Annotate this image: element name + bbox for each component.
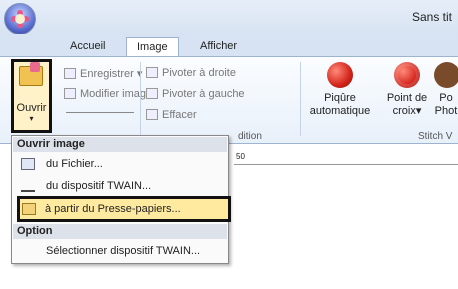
chevron-down-icon: ▾ — [29, 114, 34, 123]
cross-stitch-apple-icon — [394, 62, 420, 88]
pivoter-gauche-button[interactable]: Pivoter à gauche — [146, 88, 245, 100]
ribbon-tabs: Accueil Image Afficher — [0, 34, 458, 56]
menu-item-du-fichier[interactable]: du Fichier... — [13, 154, 227, 174]
piqure-automatique-button[interactable]: Piqûre automatique — [304, 62, 376, 118]
enregistrer-label: Enregistrer ▾ — [80, 68, 143, 80]
menu-header-option: Option — [13, 224, 227, 239]
menu-item-label: du dispositif TWAIN... — [46, 180, 152, 192]
menu-header-ouvrir-image: Ouvrir image — [13, 137, 227, 152]
croix-label: croix — [392, 105, 416, 117]
enregistrer-button[interactable]: Enregistrer ▾ — [64, 67, 142, 80]
piqure-label: Piqûre — [324, 92, 356, 104]
ruler: 50 — [234, 151, 458, 165]
ouvrir-label: Ouvrir — [16, 102, 47, 114]
chevron-down-icon: ▾ — [415, 105, 422, 117]
menu-item-label: à partir du Presse-papiers... — [45, 203, 181, 215]
save-icon — [64, 68, 76, 79]
menu-item-presse-papiers[interactable]: à partir du Presse-papiers... — [17, 196, 231, 222]
point-de-croix-button[interactable]: Point de croix▾ — [382, 62, 432, 118]
ouvrir-dropdown-menu: Ouvrir image du Fichier... du dispositif… — [11, 135, 231, 264]
title-bar: Sans tit — [0, 0, 458, 35]
trash-icon — [146, 109, 158, 120]
phot-label: Phot — [434, 105, 458, 117]
edit-image-icon — [64, 88, 76, 99]
effacer-button[interactable]: Effacer — [146, 109, 197, 121]
tab-accueil[interactable]: Accueil — [60, 37, 115, 56]
rotate-left-icon — [146, 88, 158, 99]
rotate-right-icon — [146, 67, 158, 78]
pivoter-droite-button[interactable]: Pivoter à droite — [146, 67, 236, 79]
modifier-label: Modifier image — [80, 88, 153, 100]
zoom-slider[interactable] — [66, 112, 134, 113]
apple-stitch-icon — [327, 62, 353, 88]
folder-icon — [21, 158, 35, 170]
pivoter-droite-label: Pivoter à droite — [162, 67, 236, 79]
automatique-label: automatique — [309, 105, 371, 117]
tab-afficher[interactable]: Afficher — [190, 37, 247, 56]
menu-item-selectionner-twain[interactable]: Sélectionner dispositif TWAIN... — [13, 241, 227, 261]
tab-image[interactable]: Image — [126, 37, 179, 56]
pivoter-gauche-label: Pivoter à gauche — [162, 88, 245, 100]
menu-item-label: du Fichier... — [46, 158, 103, 170]
menu-item-twain[interactable]: du dispositif TWAIN... — [13, 176, 227, 196]
photo-stitch-icon — [434, 62, 458, 88]
scanner-icon — [21, 180, 35, 192]
group-separator — [140, 62, 141, 136]
ouvrir-button[interactable]: Ouvrir ▾ — [11, 59, 52, 133]
open-image-icon — [19, 62, 43, 86]
clipboard-icon — [22, 203, 36, 215]
effacer-label: Effacer — [162, 109, 197, 121]
po-label: Po — [439, 92, 453, 104]
ruler-mark-50: 50 — [236, 152, 245, 161]
group-label-edition: dition — [238, 131, 262, 142]
photo-stitch-button[interactable]: Po Phot — [434, 62, 458, 118]
group-label-stitch: Stitch V — [418, 131, 453, 142]
modifier-image-button[interactable]: Modifier image — [64, 88, 152, 100]
window-title: Sans tit — [411, 10, 452, 24]
group-separator — [300, 62, 301, 136]
point-label: Point de — [386, 92, 428, 104]
app-menu-orb-icon[interactable] — [4, 3, 36, 35]
